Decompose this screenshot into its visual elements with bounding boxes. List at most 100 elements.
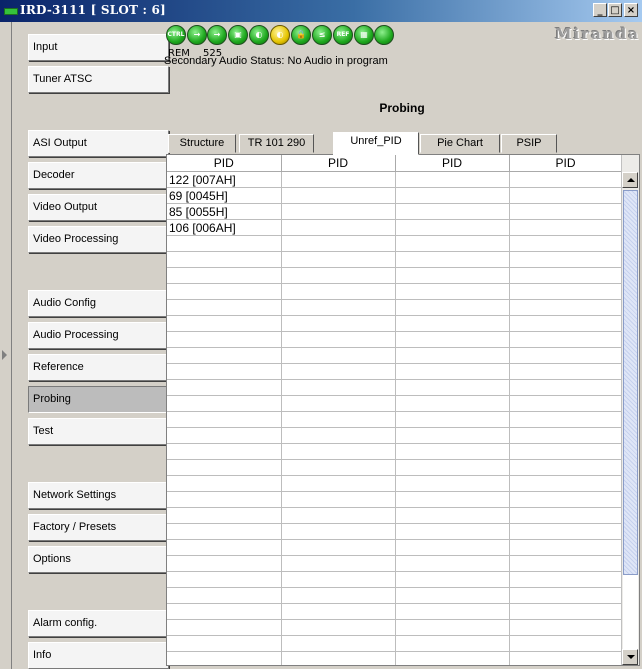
table-row[interactable] (167, 395, 623, 412)
arrow-up-icon (627, 178, 635, 182)
table-row[interactable] (167, 331, 623, 348)
table-cell (395, 299, 510, 316)
table-row[interactable] (167, 411, 623, 428)
sidebar-item-asi-output[interactable]: ASI Output (28, 130, 169, 157)
sidebar-item-tuner-atsc[interactable]: Tuner ATSC (28, 66, 169, 93)
table-row[interactable] (167, 619, 623, 636)
table-row[interactable] (167, 555, 623, 572)
audio-icon[interactable]: ◐ (249, 25, 269, 45)
tab-psip[interactable]: PSIP (501, 134, 557, 153)
scroll-down-button[interactable] (622, 649, 638, 665)
monitor-icon[interactable]: ▣ (228, 25, 248, 45)
table-row[interactable] (167, 651, 623, 665)
sidebar: Input Tuner ATSC ASI Output Decoder Video Ou… (14, 22, 169, 669)
table-row[interactable] (167, 635, 623, 652)
column-header-pid[interactable]: PID (509, 155, 623, 172)
table-row[interactable] (167, 443, 623, 460)
table-row[interactable] (167, 459, 623, 476)
table-cell (281, 459, 396, 476)
table-row[interactable]: 106 [006AH] (167, 219, 623, 236)
pid-table: PID PID PID PID 122 [007AH] 69 [0045H] 85 [00… (167, 155, 623, 665)
sidebar-item-input[interactable]: Input (28, 34, 169, 61)
table-cell (509, 587, 623, 604)
lock-icon[interactable]: 🔒 (291, 25, 311, 45)
table-row[interactable]: 122 [007AH] (167, 171, 623, 188)
title-bar[interactable]: IRD-3111 [ SLOT : 6] _ □ × (0, 0, 642, 22)
vertical-scrollbar[interactable] (621, 155, 639, 665)
tab-tr-101-290[interactable]: TR 101 290 (239, 134, 314, 153)
table-row[interactable] (167, 267, 623, 284)
sidebar-item-network-settings[interactable]: Network Settings (28, 482, 169, 509)
table-cell (167, 635, 282, 652)
table-row[interactable] (167, 427, 623, 444)
table-cell: 85 [0055H] (167, 203, 282, 220)
table-row[interactable] (167, 475, 623, 492)
table-cell (281, 347, 396, 364)
sidebar-item-alarm-config[interactable]: Alarm config. (28, 610, 169, 637)
test-pattern-icon[interactable]: ▦ (354, 25, 374, 45)
table-row[interactable] (167, 315, 623, 332)
table-row[interactable] (167, 299, 623, 316)
table-row[interactable] (167, 587, 623, 604)
arrow-right-icon[interactable]: → (187, 25, 207, 45)
table-row[interactable] (167, 363, 623, 380)
sidebar-item-audio-config[interactable]: Audio Config (28, 290, 169, 317)
ctrl-icon[interactable]: CTRL (166, 25, 186, 45)
sidebar-item-video-output[interactable]: Video Output (28, 194, 169, 221)
table-cell (281, 619, 396, 636)
table-cell (281, 411, 396, 428)
tab-pie-chart[interactable]: Pie Chart (420, 134, 500, 153)
table-row[interactable] (167, 347, 623, 364)
sidebar-item-video-processing[interactable]: Video Processing (28, 226, 169, 253)
table-header-row: PID PID PID PID (167, 155, 623, 172)
table-row[interactable] (167, 491, 623, 508)
table-cell (509, 459, 623, 476)
status-led-icon[interactable] (374, 25, 394, 45)
table-row[interactable] (167, 603, 623, 620)
table-cell (167, 459, 282, 476)
table-cell (509, 475, 623, 492)
sidebar-item-reference[interactable]: Reference (28, 354, 169, 381)
sidebar-item-options[interactable]: Options (28, 546, 169, 573)
sidebar-item-probing[interactable]: Probing (28, 386, 169, 413)
expand-arrow-icon[interactable] (2, 350, 7, 360)
table-cell (509, 363, 623, 380)
sidebar-item-decoder[interactable]: Decoder (28, 162, 169, 189)
column-header-pid[interactable]: PID (395, 155, 510, 172)
table-row[interactable] (167, 523, 623, 540)
table-row[interactable] (167, 379, 623, 396)
sidebar-item-audio-processing[interactable]: Audio Processing (28, 322, 169, 349)
sidebar-item-factory-presets[interactable]: Factory / Presets (28, 514, 169, 541)
table-row[interactable]: 85 [0055H] (167, 203, 623, 220)
table-cell (509, 267, 623, 284)
scroll-thumb[interactable] (623, 190, 638, 575)
scroll-up-button[interactable] (622, 172, 638, 188)
table-cell (509, 171, 623, 188)
column-header-pid[interactable]: PID (167, 155, 282, 172)
column-header-pid[interactable]: PID (281, 155, 396, 172)
table-cell (395, 635, 510, 652)
table-row[interactable] (167, 539, 623, 556)
table-row[interactable] (167, 507, 623, 524)
table-row[interactable] (167, 571, 623, 588)
table-row[interactable] (167, 283, 623, 300)
collapse-strip[interactable] (0, 22, 12, 669)
arrow-right-icon[interactable]: → (207, 25, 227, 45)
audio-warning-icon[interactable]: ◐ (270, 25, 290, 45)
table-cell (509, 379, 623, 396)
table-row[interactable]: 69 [0045H] (167, 187, 623, 204)
table-row[interactable] (167, 235, 623, 252)
less-equal-icon[interactable]: ≤ (312, 25, 332, 45)
maximize-button[interactable]: □ (608, 3, 622, 17)
table-row[interactable] (167, 251, 623, 268)
table-cell (395, 443, 510, 460)
tab-unref-pid[interactable]: Unref_PID (333, 132, 419, 155)
tab-structure[interactable]: Structure (168, 134, 236, 153)
scroll-track[interactable] (623, 575, 638, 649)
ref-icon[interactable]: REF (333, 25, 353, 45)
sidebar-item-info[interactable]: Info (28, 642, 169, 669)
minimize-button[interactable]: _ (593, 3, 607, 17)
close-button[interactable]: × (624, 3, 638, 17)
sidebar-item-test[interactable]: Test (28, 418, 169, 445)
table-cell (281, 283, 396, 300)
